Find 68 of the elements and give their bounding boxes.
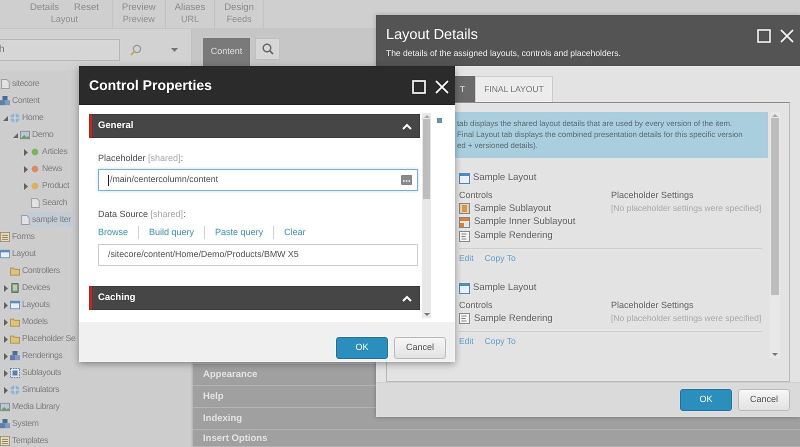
tree-item[interactable]: Renderings: [10, 348, 64, 363]
tree-item[interactable]: Product: [30, 178, 72, 193]
link[interactable]: Paste query: [204, 226, 274, 240]
column-heading: Placeholder Settings: [611, 299, 695, 312]
column-heading: Controls: [459, 299, 494, 312]
dialog-title: Layout Details: [386, 27, 479, 44]
field-label: Placeholder [shared]:: [98, 152, 184, 164]
tree-item[interactable]: Media Library: [0, 399, 62, 414]
tree-item[interactable]: Articles: [30, 144, 70, 159]
layout-name: Sample Layout: [473, 280, 536, 295]
ribbon-group-label: Feeds: [226, 14, 252, 25]
field-label: Data Source [shared]:: [98, 208, 187, 220]
ribbon-button[interactable]: Aliases: [174, 2, 206, 14]
column-heading: Placeholder Settings: [611, 189, 695, 202]
empty-note: [No placeholder settings were specified]: [611, 312, 762, 326]
input-field[interactable]: /main/centercolumn/content: [98, 169, 418, 191]
ribbon-button[interactable]: Details: [30, 2, 60, 14]
editor-tab[interactable]: Content: [203, 38, 250, 66]
tree-item[interactable]: Devices: [10, 280, 52, 295]
tree-item[interactable]: Placeholder Se: [10, 331, 78, 346]
link[interactable]: Copy To: [484, 252, 516, 264]
dialog-title: Control Properties: [89, 76, 212, 95]
section-bar[interactable]: Caching: [89, 286, 420, 310]
tree-item[interactable]: Simulators: [10, 382, 62, 397]
tree-item[interactable]: Sublayouts: [10, 365, 64, 380]
column-heading: Controls: [459, 189, 494, 202]
dialog-subtitle: The details of the assigned layouts, controls and placeholders.: [386, 47, 621, 60]
input-field[interactable]: /sitecore/content/Home/Demo/Products/BMW X5: [98, 244, 418, 266]
link[interactable]: Copy To: [484, 334, 516, 347]
tree-item[interactable]: Search: [30, 195, 70, 210]
section-header[interactable]: Insert Options: [193, 430, 800, 447]
ok-button[interactable]: OK: [336, 337, 388, 359]
ribbon-button[interactable]: Reset: [74, 2, 99, 14]
ribbon-button[interactable]: Preview: [122, 2, 156, 14]
tree-item[interactable]: Home: [10, 110, 46, 125]
tree-item[interactable]: Models: [10, 314, 50, 329]
tree-item[interactable]: Forms: [0, 229, 37, 244]
ribbon-group-label: Layout: [50, 14, 78, 25]
link[interactable]: Browse: [98, 226, 138, 240]
control-name: Sample Inner Sublayout: [474, 215, 576, 230]
cancel-button[interactable]: Cancel: [394, 337, 446, 359]
tree-item[interactable]: Demo: [20, 127, 56, 142]
control-name: Sample Rendering: [474, 229, 553, 244]
link[interactable]: Edit: [459, 334, 474, 347]
tree-item[interactable]: System: [0, 416, 41, 431]
section-bar[interactable]: General: [89, 114, 420, 138]
ribbon-group-label: URL: [180, 14, 199, 25]
tree-item[interactable]: Templates: [0, 433, 50, 447]
tree-item[interactable]: News: [30, 161, 64, 176]
tree-item[interactable]: Controllers: [10, 263, 62, 278]
link[interactable]: Edit: [459, 252, 474, 264]
layout-name: Sample Layout: [473, 170, 536, 185]
tree-item[interactable]: Layouts: [10, 297, 52, 312]
ribbon-group-label: Preview: [122, 14, 155, 25]
empty-note: [No placeholder settings were specified]: [611, 202, 762, 215]
ok-button[interactable]: OK: [680, 389, 732, 411]
ribbon-button[interactable]: Design: [224, 2, 254, 14]
tab[interactable]: FINAL LAYOUT: [475, 76, 553, 102]
control-name: Sample Sublayout: [474, 202, 552, 216]
tree-item[interactable]: sample Iter: [20, 212, 73, 227]
control-name: Sample Rendering: [474, 312, 553, 326]
link[interactable]: Clear: [273, 226, 316, 240]
tree-item[interactable]: Content: [0, 93, 42, 108]
cancel-button[interactable]: Cancel: [738, 389, 790, 411]
tree-item[interactable]: Layout: [0, 246, 38, 261]
tree-item[interactable]: sitecore: [0, 76, 42, 91]
link[interactable]: Build query: [138, 226, 204, 240]
search-field[interactable]: h: [0, 38, 120, 60]
